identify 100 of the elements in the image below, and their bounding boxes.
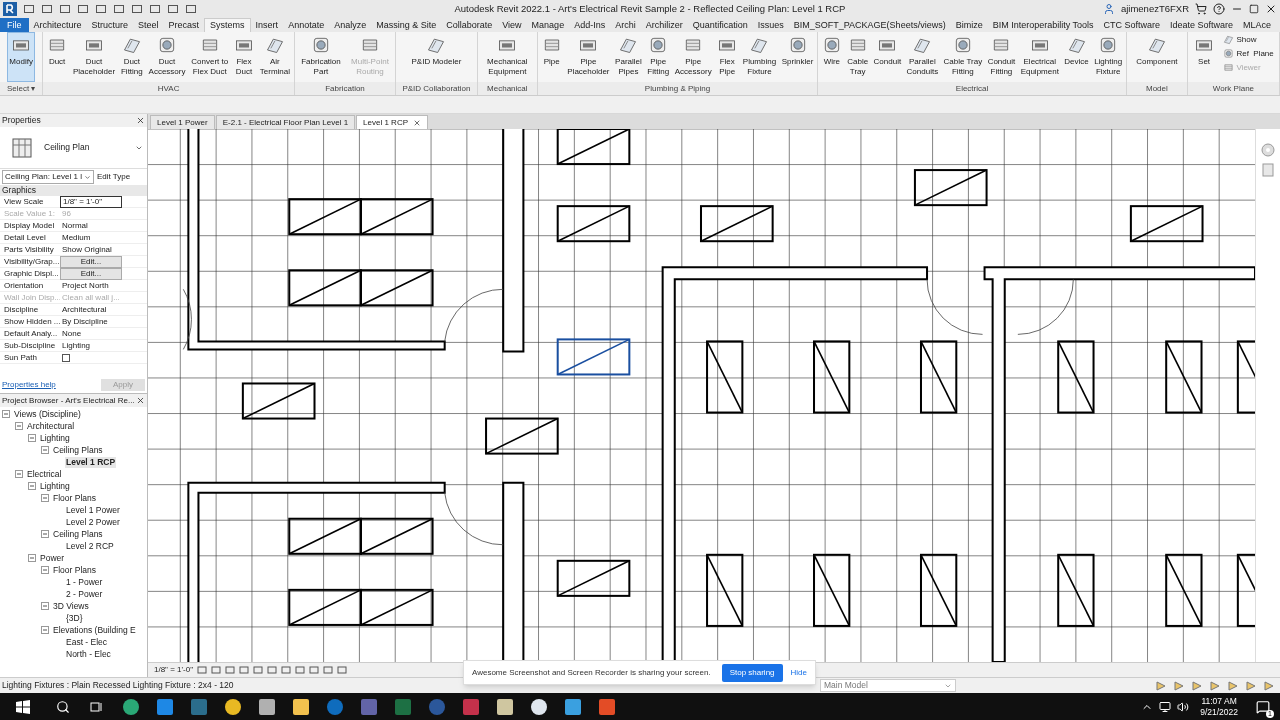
collapse-icon[interactable] (15, 470, 23, 478)
collapse-icon[interactable] (41, 566, 49, 574)
ribbon-tool[interactable]: Parallel Pipes (613, 32, 644, 82)
properties-help-link[interactable]: Properties help (2, 379, 56, 391)
clock-time[interactable]: 11:07 AM (1201, 695, 1237, 707)
app-icon[interactable] (292, 697, 310, 716)
app-icon[interactable] (258, 697, 276, 716)
browser-item[interactable]: Ceiling Plans (52, 528, 104, 540)
browser-item[interactable]: Level 2 RCP (65, 540, 115, 552)
ribbon-tool[interactable]: Conduit Fitting (985, 32, 1018, 82)
ribbon-tab[interactable]: Quantification (687, 18, 753, 32)
ribbon-tab[interactable]: Annotate (283, 18, 330, 32)
notification-icon[interactable] (1256, 699, 1270, 714)
ribbon-tool[interactable]: Parallel Conduits (904, 32, 941, 82)
toolbar-icon[interactable] (77, 3, 89, 15)
ribbon-tool[interactable]: Flex Duct (231, 32, 256, 82)
ribbon-tab[interactable]: Steel (133, 18, 164, 32)
document-tab[interactable]: Level 1 Power (150, 115, 215, 129)
ribbon-tab[interactable]: Collaborate (441, 18, 498, 32)
ribbon-tab[interactable]: Ideate Software (1165, 18, 1239, 32)
ribbon-tab[interactable]: Precast (163, 18, 205, 32)
revit-logo-icon[interactable] (3, 2, 17, 16)
browser-item[interactable]: Floor Plans (52, 564, 97, 576)
type-name[interactable]: Ceiling Plan (44, 141, 135, 154)
ribbon-tool[interactable]: Duct Fitting (118, 32, 145, 82)
ribbon-tab[interactable]: BIM_SOFT_PACKAGE(Sheets/views) (788, 18, 951, 32)
toolbar-icon[interactable] (59, 3, 71, 15)
stop-sharing-button[interactable]: Stop sharing (721, 663, 783, 682)
ribbon-tool[interactable]: P&ID Modeler (409, 32, 464, 82)
navigation-wheel-icon[interactable] (1261, 143, 1275, 157)
collapse-icon[interactable] (28, 554, 36, 562)
user-icon[interactable] (1102, 3, 1115, 15)
toolbar-icon[interactable] (167, 3, 179, 15)
ribbon-tab[interactable]: CTC Software (1098, 18, 1166, 32)
ribbon-tool[interactable]: Air Terminal (257, 32, 292, 82)
app-icon[interactable] (530, 697, 548, 716)
ribbon-tab[interactable]: Systems (204, 18, 251, 32)
collapse-icon[interactable] (41, 446, 49, 454)
ribbon-tab[interactable]: BIM Interoperability Tools (987, 18, 1099, 32)
ribbon-tool[interactable]: Cable Tray (845, 32, 871, 82)
ribbon-tab[interactable]: Add-Ins (569, 18, 611, 32)
browser-item[interactable]: 2 - Power (65, 588, 104, 600)
property-field[interactable]: 1/8" = 1'-0" (60, 195, 122, 208)
search-icon[interactable] (56, 699, 70, 714)
collapse-icon[interactable] (28, 434, 36, 442)
ribbon-tool[interactable]: Wire (819, 32, 844, 82)
ribbon-tool[interactable]: Lighting Fixture (1092, 32, 1125, 82)
browser-item[interactable]: Level 1 Power (65, 504, 121, 516)
toolbar-icon[interactable] (113, 3, 125, 15)
toolbar-icon[interactable] (95, 3, 107, 15)
volume-icon[interactable] (1177, 700, 1190, 713)
ribbon-tool[interactable]: Cable Tray Fitting (941, 32, 985, 82)
browser-item[interactable]: {3D} (65, 612, 84, 624)
ribbon-tab[interactable]: Analyze (329, 18, 372, 32)
document-tab[interactable]: E-2.1 - Electrical Floor Plan Level 1 (215, 115, 356, 129)
ribbon-tab[interactable]: File (0, 18, 29, 32)
app-icon[interactable] (496, 697, 514, 716)
browser-item[interactable]: East - Elec (65, 636, 109, 648)
collapse-icon[interactable] (41, 626, 49, 634)
view-scale[interactable]: 1/8" = 1'-0" (154, 664, 193, 676)
ribbon-tool[interactable]: Mechanical Equipment (485, 32, 530, 82)
browser-item[interactable]: Views (Discipline) (13, 408, 82, 420)
ribbon-tab[interactable]: Bimize (950, 18, 988, 32)
ribbon-tool[interactable]: Convert to Flex Duct (189, 32, 231, 82)
browser-item[interactable]: 1 - Power (65, 576, 104, 588)
app-icon[interactable] (224, 697, 242, 716)
app-icon[interactable] (564, 697, 582, 716)
browser-item[interactable]: Level 1 RCP (65, 456, 117, 468)
ribbon-tab[interactable]: Manage (526, 18, 570, 32)
ribbon-tab[interactable]: Issues (752, 18, 789, 32)
ribbon-tab[interactable]: Archilizer (640, 18, 688, 32)
ribbon-tool[interactable]: Set (1192, 32, 1217, 82)
ribbon-tool[interactable]: Pipe Fitting (645, 32, 672, 82)
maximize-icon[interactable] (1249, 4, 1259, 14)
browser-item[interactable]: Floor Plans (52, 492, 97, 504)
ribbon-tool[interactable]: Ref Plane (1222, 48, 1275, 59)
ribbon-tool[interactable]: Duct (45, 32, 70, 82)
browser-item[interactable]: Power (39, 552, 66, 564)
browser-item[interactable]: Elevations (Building E (52, 624, 137, 636)
windows-start-icon[interactable] (16, 699, 30, 714)
ribbon-tool[interactable]: Component (1134, 32, 1180, 82)
ribbon-tool[interactable]: Plumbing Fixture (740, 32, 779, 82)
hide-link[interactable]: Hide (790, 666, 807, 679)
document-tab[interactable]: Level 1 RCP (356, 115, 428, 129)
ribbon-tool[interactable]: Conduit (871, 32, 904, 82)
collapse-icon[interactable] (41, 494, 49, 502)
ribbon-tool[interactable]: Duct Placeholder (70, 32, 118, 82)
ribbon-tool[interactable]: Fabrication Part (299, 32, 343, 82)
ribbon-tool[interactable]: Pipe Placeholder (565, 32, 612, 82)
ribbon-tool[interactable]: Flex Pipe (715, 32, 740, 82)
user-name[interactable]: ajimenezT6FXR (1120, 1, 1189, 17)
ribbon-tab[interactable]: Archi (610, 18, 641, 32)
ribbon-tab[interactable]: Massing & Site (371, 18, 442, 32)
app-icon[interactable] (122, 697, 140, 716)
toolbar-icon[interactable] (185, 3, 197, 15)
ribbon-tool[interactable]: Modify (7, 32, 35, 82)
toolbar-icon[interactable] (149, 3, 161, 15)
browser-item[interactable]: North - Elec (65, 648, 112, 660)
help-icon[interactable] (1213, 3, 1225, 15)
workset-dropdown[interactable]: Main Model (820, 679, 956, 692)
